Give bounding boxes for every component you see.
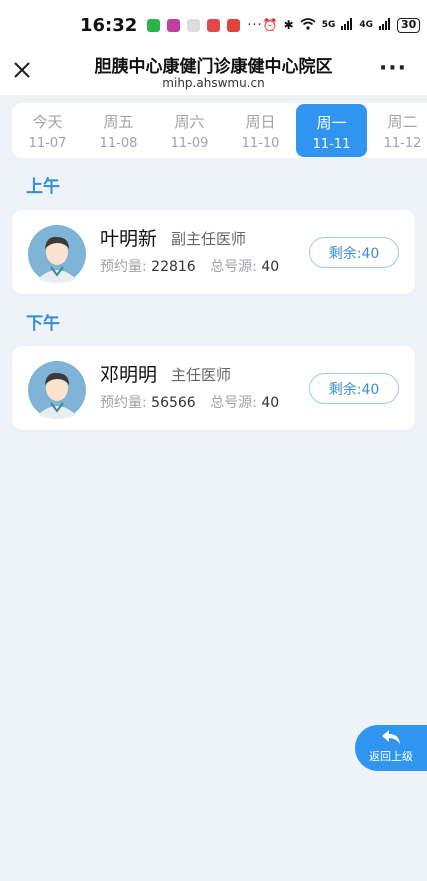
- day-tab[interactable]: 周六 11-09: [154, 103, 225, 158]
- doctor-avatar: [28, 361, 86, 419]
- day-tab[interactable]: 周日 11-10: [225, 103, 296, 158]
- doctor-stats: 预约量: 56566 总号源: 40: [100, 392, 279, 412]
- day-tab-name: 周一: [316, 114, 347, 132]
- signal-bars-icon: [341, 17, 353, 33]
- notification-icons: ···: [147, 18, 262, 33]
- page-title: 胆胰中心康健门诊康健中心院区: [94, 57, 333, 77]
- section-morning-label: 上午: [26, 177, 60, 197]
- signal-bars-icon: [379, 17, 391, 33]
- doctor-stats: 预约量: 22816 总号源: 40: [100, 256, 279, 276]
- signal-5g: 5G: [321, 20, 336, 30]
- total-label: 总号源:: [210, 395, 257, 411]
- alarm-icon: ⏰: [262, 18, 278, 32]
- day-tab-date: 11-12: [383, 136, 422, 151]
- top-bar: 胆胰中心康健门诊康健中心院区 mihp.ahswmu.cn ···: [0, 50, 427, 95]
- day-tab-name: 今天: [32, 113, 63, 131]
- day-tab[interactable]: 今天 11-07: [12, 103, 83, 158]
- day-tab[interactable]: 周五 11-08: [83, 103, 154, 158]
- app-icon: [167, 18, 181, 32]
- wechat-icon: [147, 18, 161, 32]
- day-tab-name: 周六: [174, 113, 205, 131]
- doctor-avatar: [28, 225, 86, 283]
- day-tab[interactable]: 周一 11-11: [296, 104, 367, 157]
- more-notifications-icon: ···: [247, 17, 263, 33]
- day-tab-name: 周日: [245, 113, 276, 131]
- day-tab-date: 11-07: [28, 136, 67, 151]
- doctor-name: 叶明新: [100, 228, 158, 250]
- day-tabs: 今天 11-07 周五 11-08 周六 11-09 周日 11-10 周一 11-11 周二 11-…: [12, 103, 427, 158]
- booked-label: 预约量:: [100, 259, 147, 275]
- back-label: 返回上级: [369, 750, 413, 763]
- app-icon: [187, 18, 201, 32]
- day-tab-date: 11-09: [170, 136, 209, 151]
- battery-indicator: 30: [397, 17, 421, 33]
- day-tab-date: 11-10: [241, 136, 280, 151]
- status-time: 16:32: [80, 14, 138, 36]
- day-tab-date: 11-11: [312, 137, 351, 152]
- signal-4g: 4G: [359, 20, 374, 30]
- section-afternoon-label: 下午: [26, 314, 60, 334]
- day-tab[interactable]: 周二 11-12: [367, 103, 427, 158]
- booked-count: 56566: [151, 395, 196, 411]
- doctor-title: 主任医师: [171, 366, 232, 384]
- day-tab-date: 11-08: [99, 136, 138, 151]
- booked-label: 预约量:: [100, 395, 147, 411]
- app-icon: [207, 18, 221, 32]
- remaining-button[interactable]: 剩余:40: [309, 237, 399, 268]
- app-icon: [227, 18, 241, 32]
- status-bar: 16:32 ··· ⏰ ✱ 5G 4G 30: [0, 0, 427, 50]
- remaining-button[interactable]: 剩余:40: [309, 373, 399, 404]
- wifi-icon: [300, 17, 316, 33]
- page-url: mihp.ahswmu.cn: [162, 76, 265, 90]
- back-button[interactable]: 返回上级: [355, 725, 427, 771]
- doctor-card[interactable]: 邓明明 主任医师 预约量: 56566 总号源: 40 剩余:40: [12, 346, 415, 430]
- total-count: 40: [261, 259, 280, 275]
- day-tab-name: 周五: [103, 113, 134, 131]
- bluetooth-icon: ✱: [283, 18, 294, 32]
- day-tab-name: 周二: [387, 113, 418, 131]
- more-menu-icon[interactable]: ···: [379, 58, 407, 80]
- doctor-name: 邓明明: [100, 364, 158, 386]
- total-label: 总号源:: [210, 259, 257, 275]
- doctor-card[interactable]: 叶明新 副主任医师 预约量: 22816 总号源: 40 剩余:40: [12, 210, 415, 294]
- doctor-title: 副主任医师: [171, 230, 247, 248]
- booked-count: 22816: [151, 259, 196, 275]
- back-arrow-icon: [382, 730, 400, 744]
- total-count: 40: [261, 395, 280, 411]
